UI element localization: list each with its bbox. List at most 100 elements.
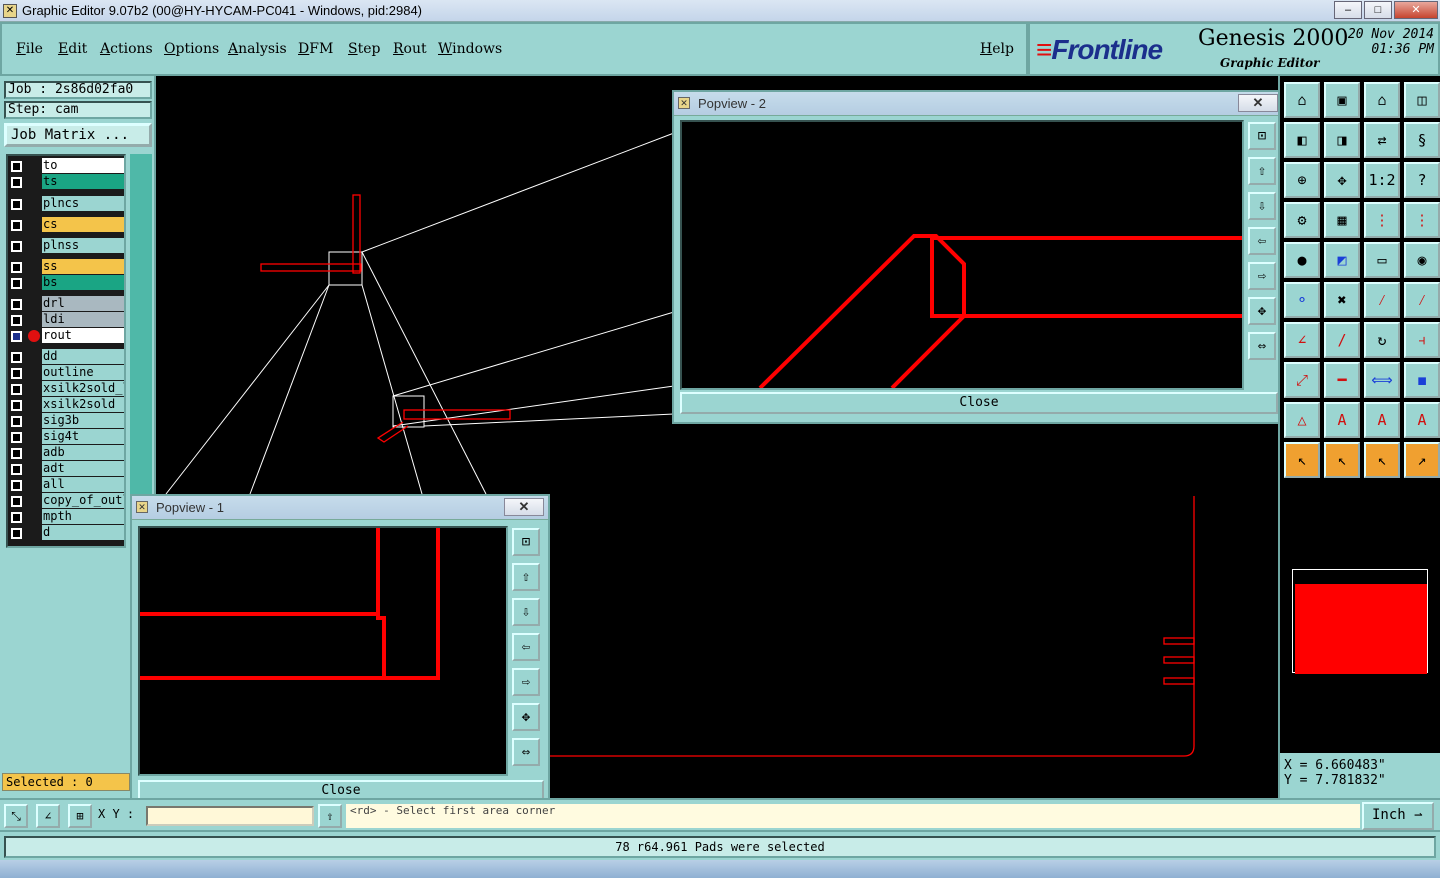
layer-row[interactable]: sig3b	[8, 413, 126, 429]
layer-name[interactable]: copy_of_outl	[42, 493, 124, 508]
align-icon[interactable]: ⫞	[1404, 322, 1440, 358]
layer-row[interactable]: all	[8, 477, 126, 493]
circle-icon[interactable]: ◉	[1404, 242, 1440, 278]
line-pad-icon[interactable]: ⁄	[1404, 282, 1440, 318]
fit-icon[interactable]: ✥	[1324, 162, 1360, 198]
layer-row[interactable]: sig4t	[8, 429, 126, 445]
layer-checkbox[interactable]	[11, 384, 22, 395]
layer-checkbox[interactable]	[11, 400, 22, 411]
arrow-a3-icon[interactable]: A	[1404, 402, 1440, 438]
layer-toggle-icon[interactable]: ⋮	[1404, 202, 1440, 238]
popview-2-close-x[interactable]: ✕	[1238, 94, 1278, 112]
layer-checkbox[interactable]	[11, 331, 22, 342]
layer-row[interactable]: adt	[8, 461, 126, 477]
layer-checkbox[interactable]	[11, 464, 22, 475]
layer-checkbox[interactable]	[11, 432, 22, 443]
layer-name[interactable]: all	[42, 477, 124, 492]
grid-snap-icon[interactable]: ⊞	[68, 804, 92, 828]
snake-icon[interactable]: §	[1404, 122, 1440, 158]
layer-checkbox[interactable]	[11, 299, 22, 310]
layer-name[interactable]: ts	[42, 174, 124, 189]
settings-icon[interactable]: ⚙	[1284, 202, 1320, 238]
grid-icon[interactable]: ▦	[1324, 202, 1360, 238]
zoom-window-icon[interactable]: ⊡	[1248, 122, 1276, 150]
layer-name[interactable]: adb	[42, 445, 124, 460]
layer-name[interactable]: bs	[42, 275, 124, 290]
measure-icon[interactable]: ⟺	[1364, 362, 1400, 398]
pan-up-icon[interactable]: ⇧	[1248, 157, 1276, 185]
layer-name[interactable]: cs	[42, 217, 124, 232]
popview-2-titlebar[interactable]: ✕ Popview - 2 ✕	[674, 92, 1282, 116]
house-icon[interactable]: ⌂	[1364, 82, 1400, 118]
pad-icon[interactable]: ●	[1284, 242, 1320, 278]
layer-row[interactable]: ss	[8, 259, 126, 275]
arc-icon[interactable]: ↻	[1364, 322, 1400, 358]
xy-input[interactable]	[146, 806, 314, 826]
layer-checkbox[interactable]	[11, 416, 22, 427]
popview-2-close-button[interactable]: Close	[680, 392, 1278, 414]
layer-row[interactable]: ts	[8, 174, 126, 190]
minus-icon[interactable]: ━	[1324, 362, 1360, 398]
menu-help[interactable]: Help	[980, 41, 1014, 57]
layer-row[interactable]: cs	[8, 217, 126, 233]
layer-name[interactable]: drl	[42, 296, 124, 311]
layer-name[interactable]: to	[42, 158, 124, 173]
home-icon[interactable]: ⌂	[1284, 82, 1320, 118]
flip-icon[interactable]: ⇄	[1364, 122, 1400, 158]
pan-right-icon[interactable]: ⇨	[512, 668, 540, 696]
unit-select[interactable]: Inch ⇀	[1362, 802, 1434, 830]
ruler-icon[interactable]: ▭	[1364, 242, 1400, 278]
layer-name[interactable]: outline	[42, 365, 124, 380]
pan-down-icon[interactable]: ⇩	[1248, 192, 1276, 220]
layer-row[interactable]: to	[8, 158, 126, 174]
arrow-a-icon[interactable]: A	[1324, 402, 1360, 438]
back-icon[interactable]: ◧	[1284, 122, 1320, 158]
layer-checkbox[interactable]	[11, 512, 22, 523]
menu-edit[interactable]: Edit	[58, 41, 87, 57]
layer-name[interactable]: ldi	[42, 312, 124, 327]
layer-checkbox[interactable]	[11, 352, 22, 363]
forward-icon[interactable]: ◨	[1324, 122, 1360, 158]
lock-icon[interactable]: ⇧	[318, 804, 342, 828]
zoom-in-icon[interactable]: ✥	[1248, 297, 1276, 325]
maximize-button[interactable]: □	[1364, 1, 1392, 19]
layer-row[interactable]: xsilk2sold_l	[8, 381, 126, 397]
layer-name[interactable]: dd	[42, 349, 124, 364]
angle-icon[interactable]: ∠	[1284, 322, 1320, 358]
popview-1-titlebar[interactable]: ✕ Popview - 1 ✕	[132, 496, 548, 520]
layer-name[interactable]: sig3b	[42, 413, 124, 428]
menu-options[interactable]: Options	[164, 41, 219, 57]
menu-file[interactable]: File	[16, 41, 43, 57]
popview-2-view[interactable]	[680, 120, 1244, 390]
menu-step[interactable]: Step	[348, 41, 380, 57]
pan-down-icon[interactable]: ⇩	[512, 598, 540, 626]
slash-icon[interactable]: /	[1324, 322, 1360, 358]
pointer-circle-icon[interactable]: ↖	[1364, 442, 1400, 478]
snap-icon[interactable]: ⤡	[4, 804, 28, 828]
layer-name[interactable]: xsilk2sold	[42, 397, 124, 412]
center-icon[interactable]: ⊕	[1284, 162, 1320, 198]
layer-row[interactable]: d	[8, 525, 126, 541]
layer-checkbox[interactable]	[11, 161, 22, 172]
layer-name[interactable]: rout	[42, 328, 124, 343]
layer-row[interactable]: copy_of_outl	[8, 493, 126, 509]
menu-rout[interactable]: Rout	[393, 41, 427, 57]
line-add-icon[interactable]: ⁄	[1364, 282, 1400, 318]
menu-actions[interactable]: Actions	[100, 41, 153, 57]
layer-checkbox[interactable]	[11, 496, 22, 507]
popview-1-close-x[interactable]: ✕	[504, 498, 544, 516]
layer-row[interactable]: drl	[8, 296, 126, 312]
layer-checkbox[interactable]	[11, 315, 22, 326]
layer-row[interactable]: rout	[8, 328, 126, 344]
layer-checkbox[interactable]	[11, 448, 22, 459]
layer-row[interactable]: adb	[8, 445, 126, 461]
layer-checkbox[interactable]	[11, 199, 22, 210]
layer-row[interactable]: mpth	[8, 509, 126, 525]
layer-scrollbar[interactable]	[130, 154, 152, 548]
close-window-button[interactable]: ✕	[1394, 1, 1438, 19]
window-split-icon[interactable]: ◫	[1404, 82, 1440, 118]
zoom-out-icon[interactable]: ⇔	[512, 738, 540, 766]
arrow-a2-icon[interactable]: A	[1364, 402, 1400, 438]
layer-row[interactable]: plncs	[8, 196, 126, 212]
layer-row[interactable]: dd	[8, 349, 126, 365]
